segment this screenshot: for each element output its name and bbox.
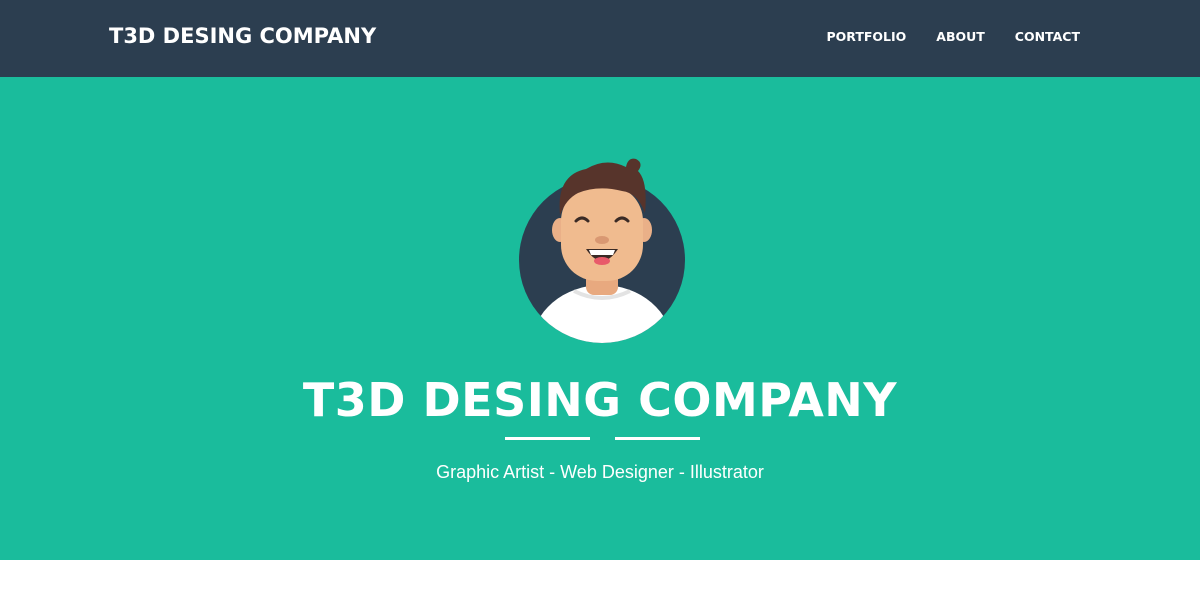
hero-title: T3D DESING COMPANY: [302, 373, 898, 427]
avatar-illustration-icon: [516, 155, 686, 345]
star-icon: [595, 428, 610, 448]
divider-line-right: [615, 437, 700, 440]
navbar: T3D DESING COMPANY PORTFOLIO ABOUT CONTA…: [0, 0, 1200, 77]
hero-subtitle: Graphic Artist - Web Designer - Illustra…: [436, 462, 764, 482]
hero-section: T3D DESING COMPANY Graphic Artist - Web …: [0, 77, 1200, 560]
brand-link[interactable]: T3D DESING COMPANY: [109, 24, 376, 48]
divider-line-left: [505, 437, 590, 440]
title-divider: [505, 431, 700, 444]
nav-links: PORTFOLIO ABOUT CONTACT: [826, 29, 1080, 44]
nav-link-contact[interactable]: CONTACT: [1015, 29, 1080, 44]
nav-link-portfolio[interactable]: PORTFOLIO: [826, 29, 906, 44]
nav-link-about[interactable]: ABOUT: [936, 29, 985, 44]
